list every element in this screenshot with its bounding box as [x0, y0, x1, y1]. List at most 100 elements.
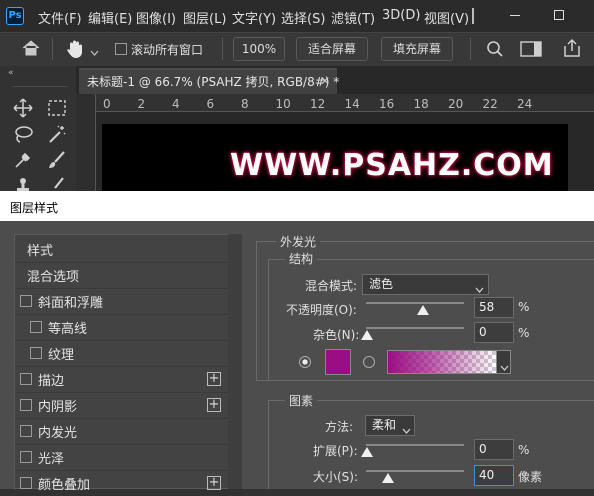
add-effect-icon[interactable]: +: [207, 398, 221, 412]
canvas-text-layer[interactable]: WWW.PSAHZ.COM: [230, 148, 554, 183]
style-row-label: 光泽: [38, 452, 65, 467]
style-row[interactable]: 描边 +: [15, 366, 228, 392]
noise-slider-thumb[interactable]: [361, 330, 373, 340]
glow-color-swatch[interactable]: [325, 349, 351, 375]
noise-input[interactable]: 0: [474, 322, 514, 343]
style-row[interactable]: 内发光: [15, 418, 228, 444]
style-row-label: 斜面和浮雕: [38, 296, 104, 311]
style-row[interactable]: 内阴影 +: [15, 392, 228, 418]
style-checkbox[interactable]: [20, 477, 32, 489]
style-row[interactable]: 混合选项: [15, 262, 228, 288]
opacity-slider-thumb[interactable]: [417, 305, 429, 315]
size-slider[interactable]: [366, 470, 464, 472]
menu-select[interactable]: 选择(S): [281, 8, 325, 27]
opacity-slider[interactable]: [366, 302, 464, 304]
scroll-all-checkbox[interactable]: [115, 43, 127, 55]
spread-label: 扩展(P):: [313, 444, 358, 458]
spread-slider-thumb[interactable]: [361, 447, 373, 457]
style-checkbox[interactable]: [30, 347, 42, 359]
style-row-label: 内阴影: [38, 400, 78, 415]
style-row[interactable]: 颜色叠加 +: [15, 470, 228, 496]
minimize-icon[interactable]: [510, 15, 520, 16]
menu-view[interactable]: 视图(V): [424, 8, 469, 27]
vertical-ruler: [76, 94, 96, 192]
opacity-input[interactable]: 58: [474, 297, 514, 318]
style-row-label: 颜色叠加: [38, 478, 91, 493]
eyedropper-tool-icon[interactable]: [10, 147, 36, 173]
style-checkbox[interactable]: [20, 399, 32, 411]
search-icon[interactable]: [486, 40, 504, 61]
row-divider: [15, 314, 228, 315]
ruler-tick-label: 14: [344, 97, 360, 111]
style-checkbox[interactable]: [20, 425, 32, 437]
style-row[interactable]: 样式: [15, 236, 228, 262]
magic-wand-tool-icon[interactable]: [44, 121, 70, 147]
style-checkbox[interactable]: [30, 321, 42, 333]
hand-tool-icon[interactable]: [64, 38, 86, 63]
style-checkbox[interactable]: [20, 373, 32, 385]
glow-gradient-picker[interactable]: [387, 350, 497, 374]
zoom-100-button[interactable]: 100%: [233, 37, 285, 61]
style-row[interactable]: 光泽: [15, 444, 228, 470]
dialog-title-bar: [0, 191, 594, 221]
ruler-tick-label: 20: [448, 97, 464, 111]
share-icon[interactable]: [562, 38, 582, 61]
style-row[interactable]: 斜面和浮雕: [15, 288, 228, 314]
menu-file[interactable]: 文件(F): [38, 8, 82, 27]
opacity-unit: %: [518, 300, 530, 314]
maximize-icon[interactable]: [554, 10, 564, 20]
row-divider: [15, 444, 228, 445]
ruler-tick-label: 10: [275, 97, 291, 111]
menu-overflow-divider: [472, 8, 474, 24]
blend-mode-label: 混合模式:: [305, 279, 358, 293]
photoshop-logo[interactable]: Ps: [6, 7, 24, 25]
workspace-icon[interactable]: [520, 41, 542, 60]
ruler-tick-label: 24: [517, 97, 533, 111]
add-effect-icon[interactable]: +: [207, 372, 221, 386]
menu-type[interactable]: 文字(Y): [232, 8, 276, 27]
marquee-tool-icon[interactable]: [44, 95, 70, 121]
ruler-tick-label: 8: [241, 97, 249, 111]
row-divider: [15, 392, 228, 393]
lasso-tool-icon[interactable]: [10, 121, 36, 147]
menu-image[interactable]: 图像(I): [136, 8, 176, 27]
blend-mode-select[interactable]: 滤色: [362, 274, 489, 295]
menu-3d[interactable]: 3D(D): [382, 8, 420, 23]
collapse-panel-icon[interactable]: «: [8, 68, 14, 78]
solid-color-radio[interactable]: [299, 356, 311, 368]
gradient-radio[interactable]: [363, 356, 375, 368]
menu-filter[interactable]: 滤镜(T): [331, 8, 375, 27]
gradient-chevron-icon[interactable]: [500, 360, 509, 374]
noise-value: 0: [479, 325, 487, 339]
home-icon[interactable]: [20, 38, 42, 61]
menu-edit[interactable]: 编辑(E): [88, 8, 132, 27]
add-effect-icon[interactable]: +: [207, 476, 221, 490]
ruler-tick-label: 22: [482, 97, 498, 111]
menu-layer[interactable]: 图层(L): [183, 8, 226, 27]
fill-screen-button[interactable]: 填充屏幕: [381, 37, 453, 61]
style-row-label: 样式: [27, 244, 54, 259]
fit-screen-button[interactable]: 适合屏幕: [296, 37, 368, 61]
brush-tool-icon[interactable]: [44, 147, 70, 173]
style-list-scrollbar[interactable]: [228, 234, 242, 489]
style-row[interactable]: 纹理: [15, 340, 228, 366]
technique-chevron-icon[interactable]: [402, 423, 411, 437]
style-checkbox[interactable]: [20, 295, 32, 307]
noise-slider[interactable]: [366, 327, 464, 329]
spread-slider[interactable]: [366, 444, 464, 446]
ruler-tick-label: 4: [172, 97, 180, 111]
size-unit: 像素: [518, 470, 543, 484]
close-tab-icon[interactable]: ✕: [320, 74, 330, 88]
size-input[interactable]: 40: [474, 465, 514, 486]
spread-input[interactable]: 0: [474, 439, 514, 460]
chevron-down-icon[interactable]: [90, 45, 99, 59]
blend-mode-chevron-icon[interactable]: [475, 282, 484, 296]
elements-title: 图素: [285, 392, 318, 409]
size-slider-thumb[interactable]: [382, 473, 394, 483]
move-tool-icon[interactable]: [10, 95, 36, 121]
style-checkbox[interactable]: [20, 451, 32, 463]
spread-unit: %: [518, 443, 530, 457]
document-tab[interactable]: 未标题-1 @ 66.7% (PSAHZ 拷贝, RGB/8#) *: [79, 68, 339, 94]
size-label: 大小(S):: [313, 470, 359, 484]
style-row[interactable]: 等高线: [15, 314, 228, 340]
